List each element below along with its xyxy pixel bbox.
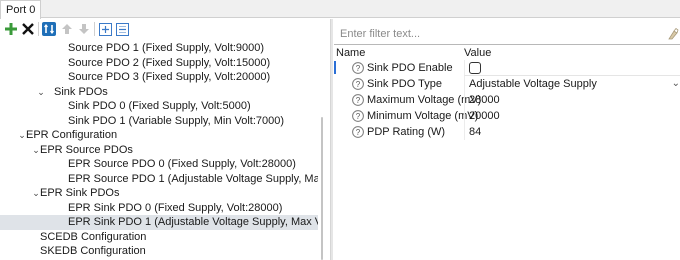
sink-pdo-enable-checkbox[interactable] [469,62,481,74]
pdo-tree: Source PDO 1 (Fixed Supply, Volt:9000) S… [0,41,318,260]
tree-item-label: EPR Source PDO 1 (Adjustable Voltage Sup… [68,173,318,185]
tab-bar: Port 0 [0,0,680,19]
tree-item-label: EPR Source PDOs [40,144,133,156]
tree-item-sink-pdo-1[interactable]: Sink PDO 1 (Variable Supply, Min Volt:70… [0,114,318,129]
toolbar-separator [94,22,95,36]
tree-scrollbar[interactable] [319,117,325,260]
toolbar-separator [38,22,39,36]
property-grid-panel: Name Value ? Sink PDO Enable ? Sink PDO … [334,19,680,260]
tree-item-label: Source PDO 1 (Fixed Supply, Volt:9000) [68,42,265,54]
tree-item-epr-sink-pdo-0[interactable]: EPR Sink PDO 0 (Fixed Supply, Volt:28000… [0,201,318,216]
tree-item-label: Sink PDOs [54,86,108,98]
selection-marker [334,61,336,74]
tree-item-label: EPR Configuration [26,129,118,141]
property-name: PDP Rating (W) [367,126,446,138]
tree-item-label: EPR Source PDO 0 (Fixed Supply, Volt:280… [68,158,296,170]
property-row-pdp-rating[interactable]: ? PDP Rating (W) 84 [334,124,680,140]
name-column-header[interactable]: Name [336,46,365,60]
property-name: Sink PDO Type [367,78,442,90]
tree-scrollbar-thumb[interactable] [321,117,323,260]
property-row-maximum-voltage[interactable]: ? Maximum Voltage (mV) 28000 [334,92,680,108]
sink-pdo-type-dropdown[interactable]: Adjustable Voltage Supply ⌄ [464,76,680,92]
tree-item-epr-sink-pdo-1[interactable]: EPR Sink PDO 1 (Adjustable Voltage Suppl… [0,215,318,230]
add-icon[interactable] [4,22,18,36]
tree-item-label: EPR Sink PDOs [40,187,120,199]
tree-item-source-pdo-1[interactable]: Source PDO 1 (Fixed Supply, Volt:9000) [0,41,318,56]
svg-text:?: ? [356,64,361,73]
tab-port-0[interactable]: Port 0 [0,0,41,19]
grid-header: Name Value [334,46,680,60]
tree-item-epr-sink-pdos[interactable]: ⌄ EPR Sink PDOs [0,186,318,201]
pdo-tree-panel: Source PDO 1 (Fixed Supply, Volt:9000) S… [0,19,329,260]
tree-item-epr-source-pdo-0[interactable]: EPR Source PDO 0 (Fixed Supply, Volt:280… [0,157,318,172]
up-arrow-icon[interactable] [60,22,74,36]
filter-input[interactable] [334,23,664,44]
chevron-down-icon[interactable]: ⌄ [672,76,680,92]
property-row-minimum-voltage[interactable]: ? Minimum Voltage (mV) 20000 [334,108,680,124]
property-row-sink-pdo-type[interactable]: ? Sink PDO Type Adjustable Voltage Suppl… [334,76,680,92]
property-value[interactable]: 20000 [464,108,680,124]
tree-toolbar [0,19,329,41]
collapse-all-icon[interactable] [115,22,129,36]
tree-item-epr-source-pdo-1[interactable]: EPR Source PDO 1 (Adjustable Voltage Sup… [0,172,318,187]
tree-item-label: EPR Sink PDO 0 (Fixed Supply, Volt:28000… [68,202,283,214]
tree-item-source-pdo-3[interactable]: Source PDO 3 (Fixed Supply, Volt:20000) [0,70,318,85]
tree-item-sink-pdo-0[interactable]: Sink PDO 0 (Fixed Supply, Volt:5000) [0,99,318,114]
svg-text:?: ? [356,112,361,121]
property-value[interactable]: 84 [464,124,680,140]
tree-item-label: Sink PDO 1 (Variable Supply, Min Volt:70… [68,115,285,127]
help-icon: ? [352,126,364,143]
svg-text:?: ? [356,128,361,137]
tree-item-label: SKEDB Configuration [40,245,146,257]
tree-item-epr-configuration[interactable]: ⌄ EPR Configuration [0,128,318,143]
tree-item-sink-pdos[interactable]: ⌄ Sink PDOs [0,85,318,100]
filter-bar [334,23,680,45]
tree-item-skedb-configuration[interactable]: SKEDB Configuration [0,244,318,259]
tree-item-label: Source PDO 3 (Fixed Supply, Volt:20000) [68,71,271,83]
property-name: Minimum Voltage (mV) [367,110,479,122]
tree-item-label: Source PDO 2 (Fixed Supply, Volt:15000) [68,57,271,69]
property-row-sink-pdo-enable[interactable]: ? Sink PDO Enable [334,60,680,76]
expand-all-icon[interactable] [98,22,112,36]
panel-splitter[interactable] [330,19,333,260]
tree-item-epr-source-pdos[interactable]: ⌄ EPR Source PDOs [0,143,318,158]
clear-filter-icon[interactable] [667,27,679,43]
tree-item-label: EPR Sink PDO 1 (Adjustable Voltage Suppl… [68,216,318,228]
value-column-header[interactable]: Value [464,46,491,60]
down-arrow-icon[interactable] [77,22,91,36]
property-value: Adjustable Voltage Supply [469,78,597,90]
tree-item-source-pdo-2[interactable]: Source PDO 2 (Fixed Supply, Volt:15000) [0,56,318,71]
property-value [464,60,680,76]
property-value[interactable]: 28000 [464,92,680,108]
tree-item-label: SCEDB Configuration [40,231,147,243]
delete-icon[interactable] [21,22,35,36]
property-name: Sink PDO Enable [367,62,453,74]
tree-item-label: Sink PDO 0 (Fixed Supply, Volt:5000) [68,100,251,112]
svg-text:?: ? [356,80,361,89]
tab-label: Port 0 [6,4,36,16]
move-icon[interactable] [42,22,56,36]
tree-item-scedb-configuration[interactable]: SCEDB Configuration [0,230,318,245]
svg-text:?: ? [356,96,361,105]
chevron-down-icon[interactable]: ⌄ [36,85,46,100]
